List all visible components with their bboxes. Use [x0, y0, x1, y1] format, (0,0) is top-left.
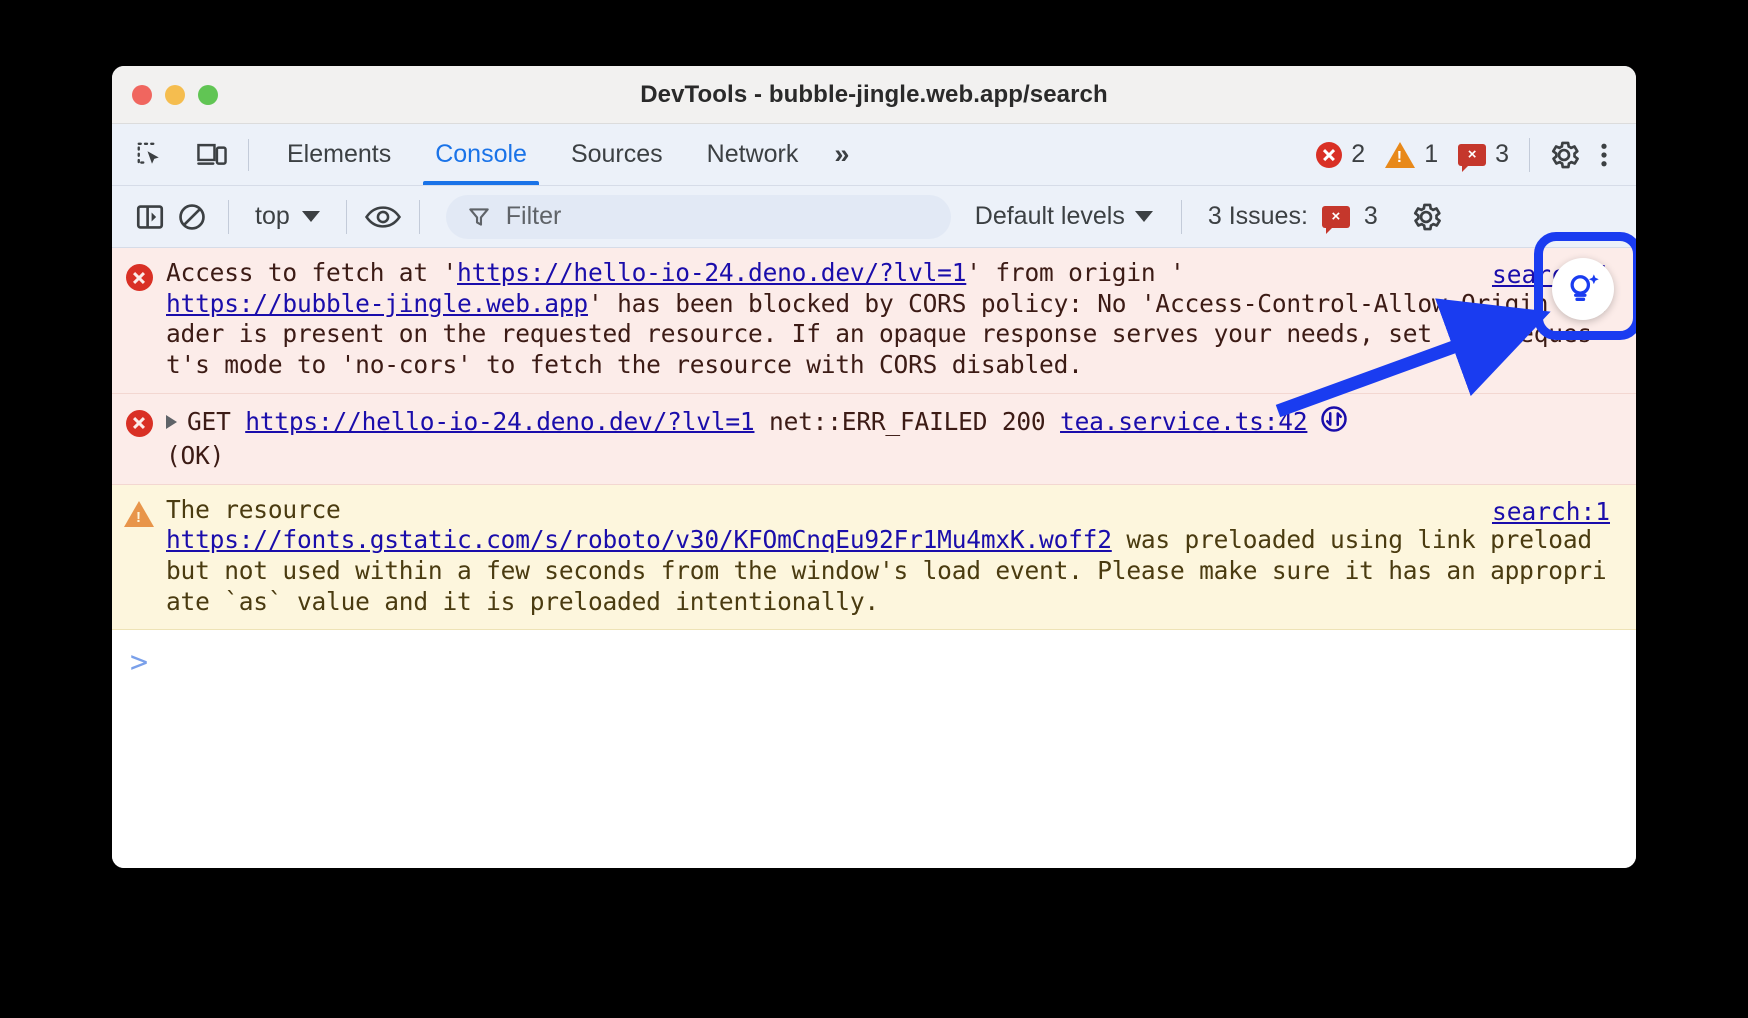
error-circle-icon [126, 264, 153, 291]
console-settings-button[interactable] [1406, 197, 1446, 237]
inspect-element-button[interactable] [130, 135, 170, 175]
devtools-window: DevTools - bubble-jingle.web.app/search … [112, 66, 1636, 868]
devtools-more-options-button[interactable] [1584, 135, 1624, 175]
prompt-chevron-icon: > [112, 648, 166, 678]
msg1-seg0: GET [187, 406, 245, 435]
filterbar-divider-3 [419, 200, 420, 234]
clear-console-icon [176, 201, 208, 233]
console-filter-input[interactable]: Filter [446, 195, 951, 239]
ai-lightbulb-sparkle-icon [1564, 270, 1602, 308]
devtools-tabbar: Elements Console Sources Network » 2 1 ×… [112, 124, 1636, 186]
msg1-url-link[interactable]: https://hello-io-24.deno.dev/?lvl=1 [245, 406, 754, 435]
filter-funnel-icon [466, 204, 492, 230]
live-expressions-button[interactable] [363, 197, 403, 237]
kebab-menu-icon [1589, 140, 1619, 170]
message-source-link[interactable]: search:1 [1492, 497, 1610, 526]
issue-badge-glyph: × [1468, 147, 1477, 162]
error-circle-icon [1316, 142, 1342, 168]
devtools-settings-button[interactable] [1544, 135, 1584, 175]
tabbar-divider [248, 139, 249, 171]
disclosure-triangle-icon[interactable] [166, 415, 177, 429]
issue-badge-icon: × [1322, 206, 1350, 228]
issues-summary-label: 3 Issues: [1208, 202, 1308, 231]
console-message-row[interactable]: The resource https://fonts.gstatic.com/s… [112, 485, 1636, 631]
msg0-seg2: ' from origin ' [966, 258, 1184, 287]
msg2-seg0: The resource [166, 495, 341, 524]
message-source-link[interactable]: tea.service.ts:42 [1060, 406, 1307, 435]
toggle-device-toolbar-button[interactable] [192, 135, 232, 175]
tab-sources[interactable]: Sources [549, 124, 685, 185]
filterbar-divider-4 [1181, 200, 1182, 234]
ask-ai-button[interactable] [1552, 258, 1614, 320]
msg1-seg2: net::ERR_FAILED 200 [754, 406, 1060, 435]
warning-count: 1 [1424, 140, 1438, 169]
clear-console-button[interactable] [172, 197, 212, 237]
network-request-icon[interactable] [1319, 404, 1349, 442]
log-levels-selector[interactable]: Default levels [963, 202, 1165, 231]
tab-elements[interactable]: Elements [265, 124, 413, 185]
warning-counter[interactable]: 1 [1379, 140, 1444, 169]
error-counter[interactable]: 2 [1310, 140, 1371, 169]
console-message-row[interactable]: Access to fetch at 'https://hello-io-24.… [112, 248, 1636, 394]
window-title: DevTools - bubble-jingle.web.app/search [112, 81, 1636, 109]
message-text: Access to fetch at 'https://hello-io-24.… [166, 258, 1636, 381]
issue-badge-icon: × [1458, 144, 1486, 166]
console-message-list: Access to fetch at 'https://hello-io-24.… [112, 248, 1636, 868]
msg1-trailing: (OK) [166, 441, 224, 470]
more-tabs-button[interactable]: » [820, 124, 863, 185]
issues-summary-link[interactable]: 3 Issues: × 3 [1198, 202, 1388, 231]
execution-context-selector[interactable]: top [245, 198, 330, 235]
execution-context-label: top [255, 202, 290, 231]
console-prompt-row[interactable]: > [112, 630, 1636, 678]
msg0-seg0: Access to fetch at ' [166, 258, 457, 287]
window-titlebar: DevTools - bubble-jingle.web.app/search [112, 66, 1636, 124]
console-filter-toolbar: top Filter Default levels 3 Issues: × [112, 186, 1636, 248]
console-message-row[interactable]: GET https://hello-io-24.deno.dev/?lvl=1 … [112, 394, 1636, 485]
issues-count: 3 [1495, 140, 1509, 169]
chevron-down-icon [1135, 211, 1153, 222]
msg2-url-link[interactable]: https://fonts.gstatic.com/s/roboto/v30/K… [166, 525, 1112, 554]
message-level-icon-wrapper [112, 495, 166, 618]
msg0-origin-link[interactable]: https://bubble-jingle.web.app [166, 289, 588, 318]
tab-console[interactable]: Console [413, 124, 549, 185]
issues-summary-count: 3 [1364, 202, 1378, 231]
log-levels-label: Default levels [975, 202, 1125, 231]
message-text: The resource https://fonts.gstatic.com/s… [166, 495, 1636, 618]
tab-network[interactable]: Network [685, 124, 821, 185]
console-sidebar-toggle-button[interactable] [130, 197, 170, 237]
message-text: GET https://hello-io-24.deno.dev/?lvl=1 … [166, 404, 1636, 472]
issue-badge-glyph: × [1332, 209, 1341, 224]
message-level-icon-wrapper [112, 404, 166, 472]
filterbar-divider-2 [346, 200, 347, 234]
inspect-element-icon [135, 140, 165, 170]
message-level-icon-wrapper [112, 258, 166, 381]
warning-triangle-icon [124, 501, 154, 527]
counters-divider [1529, 138, 1530, 172]
error-count: 2 [1351, 140, 1365, 169]
gear-icon [1547, 138, 1581, 172]
issue-counters: 2 1 × 3 [1310, 140, 1515, 169]
console-filter-placeholder: Filter [506, 202, 562, 231]
issues-counter[interactable]: × 3 [1452, 140, 1515, 169]
filterbar-divider-1 [228, 200, 229, 234]
console-settings-gear-icon [1409, 200, 1443, 234]
error-circle-icon [126, 410, 153, 437]
chevron-down-icon [302, 211, 320, 222]
device-toolbar-icon [196, 140, 228, 170]
warning-triangle-icon [1385, 142, 1415, 168]
panel-tabs: Elements Console Sources Network » [265, 124, 863, 185]
msg0-url-link[interactable]: https://hello-io-24.deno.dev/?lvl=1 [457, 258, 966, 287]
console-sidebar-icon [134, 201, 166, 233]
live-expressions-eye-icon [364, 202, 402, 232]
